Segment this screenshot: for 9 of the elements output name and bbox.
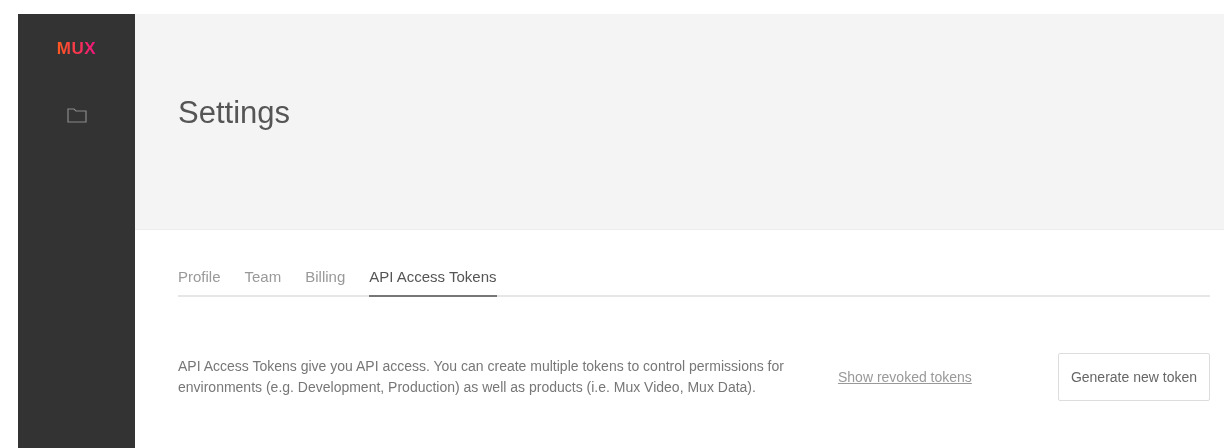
show-revoked-link[interactable]: Show revoked tokens <box>838 369 972 385</box>
tab[interactable]: Team <box>244 264 282 297</box>
tab[interactable]: Profile <box>178 264 221 297</box>
description: API Access Tokens give you API access. You can create multiple tokens to control permissions for environments (e.g. Development, Production) as well as products (i.e. Mux Video, Mux Data). <box>178 357 785 397</box>
folder-icon[interactable] <box>66 107 87 123</box>
page-title: Settings <box>178 94 291 131</box>
tab[interactable]: Billing <box>305 264 346 297</box>
generate-token-button[interactable]: Generate new token <box>1057 353 1210 401</box>
tab[interactable]: API Access Tokens <box>369 264 497 297</box>
